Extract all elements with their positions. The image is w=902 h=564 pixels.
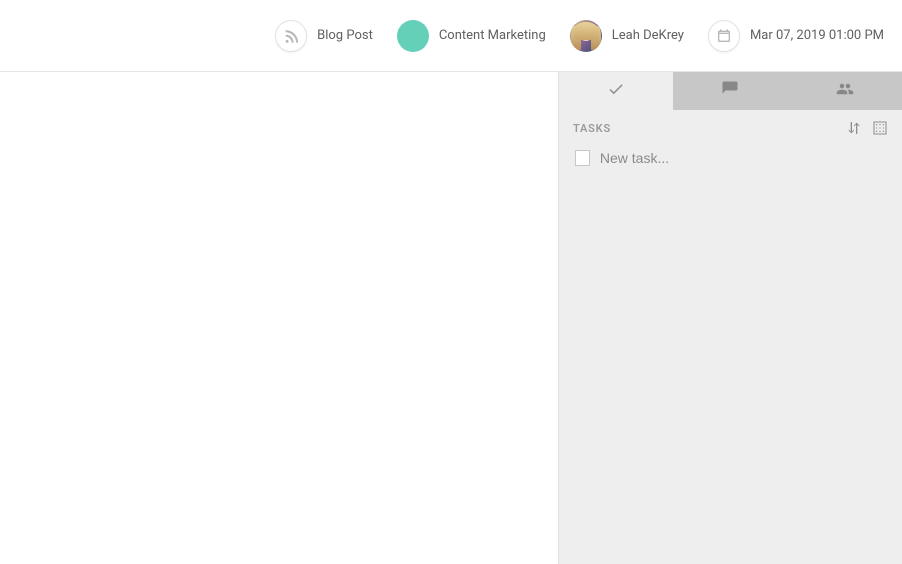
sidebar-tabs <box>559 72 902 110</box>
category-chip[interactable]: Content Marketing <box>397 20 558 52</box>
category-color-icon <box>397 20 429 52</box>
category-label: Content Marketing <box>439 28 546 43</box>
content-type-label: Blog Post <box>317 28 373 43</box>
task-checkbox[interactable] <box>575 150 590 166</box>
new-task-row <box>559 142 902 174</box>
tab-team[interactable] <box>788 72 902 110</box>
comment-icon <box>721 80 739 102</box>
tasks-title: TASKS <box>573 122 611 135</box>
check-icon <box>607 80 625 102</box>
content-area <box>0 72 558 564</box>
main-area: TASKS <box>0 72 902 564</box>
calendar-icon <box>708 20 740 52</box>
tasks-panel-header: TASKS <box>559 110 902 142</box>
avatar <box>570 20 602 52</box>
owner-label: Leah DeKrey <box>612 28 684 43</box>
rss-icon <box>275 20 307 52</box>
header-toolbar: Blog Post Content Marketing Leah DeKrey … <box>0 0 902 72</box>
date-chip[interactable]: Mar 07, 2019 01:00 PM <box>708 20 884 52</box>
team-icon <box>836 80 854 102</box>
sort-icon[interactable] <box>846 120 862 136</box>
date-label: Mar 07, 2019 01:00 PM <box>750 28 884 43</box>
tab-comments[interactable] <box>673 72 787 110</box>
owner-chip[interactable]: Leah DeKrey <box>570 20 696 52</box>
content-type-chip[interactable]: Blog Post <box>275 20 385 52</box>
tab-tasks[interactable] <box>559 72 673 110</box>
new-task-input[interactable] <box>600 150 886 166</box>
tasks-header-actions <box>846 120 888 136</box>
sidebar-panel: TASKS <box>558 72 902 564</box>
grid-icon[interactable] <box>872 120 888 136</box>
